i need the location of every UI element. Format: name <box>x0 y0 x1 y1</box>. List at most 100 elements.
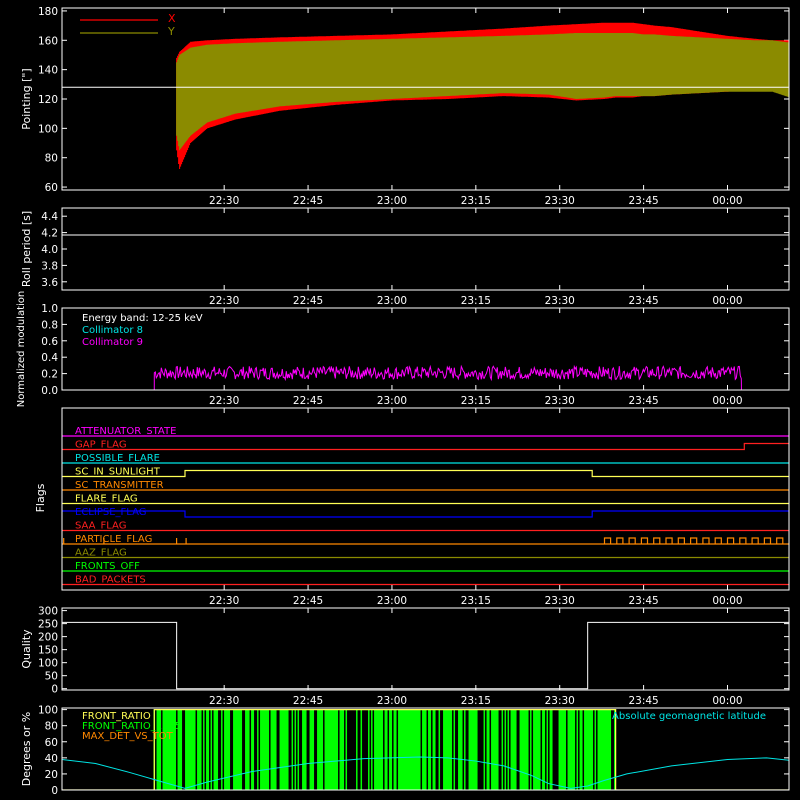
flag-label-flare-flag: FLARE_FLAG <box>75 494 138 505</box>
quality-yticks: 050100150200250300 <box>38 606 789 696</box>
xtick-label: 23:15 <box>461 295 491 307</box>
flag-label-eclipse-flag: ECLIPSE_FLAG <box>75 507 146 518</box>
xtick-label: 22:45 <box>293 395 323 407</box>
flag-label-saa-flag: SAA_FLAG <box>75 521 126 532</box>
flag-label-gap-flag: GAP_FLAG <box>75 440 127 451</box>
xtick-label: 23:00 <box>377 595 407 607</box>
xtick-label: 22:30 <box>209 195 239 207</box>
flags-ylabel: Flags <box>34 483 47 512</box>
front-ratio-panel: Degrees or % 020406080100 FRONT_RATIO FR… <box>20 705 790 797</box>
ytick-label: 1.0 <box>41 303 58 315</box>
ytick-label: 160 <box>38 35 58 47</box>
xtick-label: 23:45 <box>628 195 658 207</box>
xtick-label: 00:00 <box>712 295 742 307</box>
ytick-label: 100 <box>38 705 58 717</box>
xtick-label: 22:30 <box>209 395 239 407</box>
ytick-label: 50 <box>45 671 58 683</box>
ytick-label: 200 <box>38 632 58 644</box>
particle-flag-pulse-train <box>63 537 784 544</box>
ytick-label: 100 <box>38 123 58 135</box>
ytick-label: 0.6 <box>41 336 58 348</box>
roll-period-xticks: 22:30 22:45 23:00 23:15 23:30 23:45 00:00 <box>209 208 743 307</box>
xtick-label: 23:15 <box>461 395 491 407</box>
particle-flag-pulses <box>63 537 784 544</box>
ytick-label: 0 <box>51 785 58 797</box>
legend-collimator-8: Collimator 8 <box>82 325 143 336</box>
xtick-label: 23:45 <box>628 395 658 407</box>
xtick-label: 23:30 <box>545 295 575 307</box>
xtick-label: 23:00 <box>377 295 407 307</box>
collimator-9-line <box>153 364 742 390</box>
front-ratio-ylabel: Degrees or % <box>20 712 33 786</box>
ytick-label: 60 <box>45 737 58 749</box>
modulation-panel: Normalized modulation 0.0 0.2 0.4 0.6 0.8 1.0… <box>16 291 790 408</box>
modulation-xticks: 22:30 22:45 23:00 23:15 23:30 23:45 00:00 <box>209 308 743 407</box>
xtick-label: 00:00 <box>712 695 742 707</box>
xtick-label: 00:00 <box>712 195 742 207</box>
flag-label-bad-packets: BAD_PACKETS <box>75 575 146 586</box>
ytick-label: 150 <box>38 645 58 657</box>
flags-xticks: 22:30 22:45 23:00 23:15 23:30 23:45 00:00 <box>209 408 743 607</box>
legend-x-label: X <box>168 12 176 25</box>
xtick-label: 23:15 <box>461 695 491 707</box>
xtick-label: 23:30 <box>545 195 575 207</box>
xtick-label: 23:00 <box>377 395 407 407</box>
flag-line-gap-flag <box>62 442 789 451</box>
ytick-label: 0.8 <box>41 319 58 331</box>
ytick-label: 4.4 <box>41 211 58 223</box>
ytick-label: 0 <box>51 684 58 696</box>
flag-rows: ATTENUATOR_STATE GAP_FLAG POSSIBLE_FLARE SC… <box>62 426 789 586</box>
xtick-label: 23:30 <box>545 595 575 607</box>
xtick-label: 22:30 <box>209 595 239 607</box>
figure: Pointing ["] 60 80 100 120 140 160 180 X Y 22:… <box>16 6 790 797</box>
quality-frame <box>61 607 790 691</box>
legend-y-label: Y <box>167 25 175 38</box>
flag-label-sc-transmitter: SC_TRANSMITTER <box>75 480 164 491</box>
ytick-label: 60 <box>45 182 58 194</box>
xtick-label: 23:45 <box>628 695 658 707</box>
roll-period-ylabel: Roll period [s] <box>20 211 33 287</box>
ytick-label: 250 <box>38 619 58 631</box>
ytick-label: 4.2 <box>41 228 58 240</box>
xtick-label: 23:00 <box>377 195 407 207</box>
ytick-label: 0.2 <box>41 369 58 381</box>
quality-ylabel: Quality <box>20 629 33 669</box>
pointing-bands <box>176 22 789 169</box>
quality-panel: Quality 050100150200250300 22:30 22:45 23:… <box>20 606 790 707</box>
flag-label-aaz-flag: AAZ_FLAG <box>75 548 127 559</box>
ytick-label: 0.4 <box>41 352 58 364</box>
xtick-label: 23:45 <box>628 295 658 307</box>
modulation-ylabel: Normalized modulation <box>16 291 27 408</box>
xtick-label: 00:00 <box>712 395 742 407</box>
quality-line <box>62 621 789 690</box>
modulation-legend: Energy band: 12-25 keV Collimator 8 Coll… <box>82 313 203 348</box>
ytick-label: 3.8 <box>41 260 58 272</box>
ytick-label: 140 <box>38 65 58 77</box>
flag-label-sc-in-sunlight: SC_IN_SUNLIGHT <box>75 467 161 478</box>
quality-series <box>62 621 789 690</box>
flag-label-attenuator-state: ATTENUATOR_STATE <box>75 426 176 437</box>
xtick-label: 00:00 <box>712 595 742 607</box>
ytick-label: 80 <box>45 721 58 733</box>
pointing-panel: Pointing ["] 60 80 100 120 140 160 180 X Y 22:… <box>20 6 790 207</box>
xtick-label: 22:45 <box>293 195 323 207</box>
roll-period-yticks: 3.6 3.8 4.0 4.2 4.4 <box>41 211 789 289</box>
ytick-label: 80 <box>45 153 58 165</box>
pointing-ylabel: Pointing ["] <box>20 68 33 129</box>
xtick-label: 23:30 <box>545 395 575 407</box>
xtick-label: 22:45 <box>293 695 323 707</box>
flag-label-particle-flag: PARTICLE_FLAG <box>75 534 152 545</box>
xtick-label: 22:30 <box>209 695 239 707</box>
flag-line-eclipse-flag <box>62 510 789 518</box>
ytick-label: 0.0 <box>41 385 58 397</box>
ytick-label: 120 <box>38 94 58 106</box>
legend-geomagnetic-latitude: Absolute geomagnetic latitude <box>612 711 766 722</box>
roll-period-frame <box>61 207 790 291</box>
ytick-label: 40 <box>45 753 58 765</box>
xtick-label: 23:30 <box>545 695 575 707</box>
xtick-label: 23:00 <box>377 695 407 707</box>
modulation-legend-title: Energy band: 12-25 keV <box>82 313 203 324</box>
pointing-legend: X Y <box>80 12 176 38</box>
xtick-label: 23:45 <box>628 595 658 607</box>
xtick-label: 23:15 <box>461 195 491 207</box>
